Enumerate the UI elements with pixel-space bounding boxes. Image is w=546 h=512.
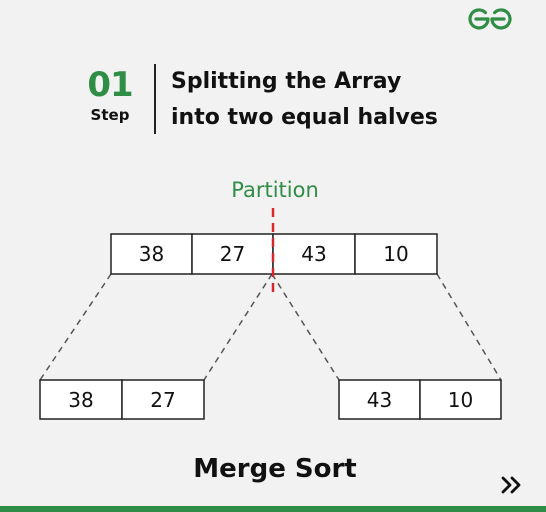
left-half-array: 38 27 bbox=[39, 379, 205, 420]
connector-right-outer bbox=[436, 273, 502, 381]
array-cell-value: 43 bbox=[367, 388, 392, 412]
array-cell-value: 38 bbox=[68, 388, 93, 412]
array-cell-value: 27 bbox=[150, 388, 175, 412]
diagram-caption: Merge Sort bbox=[193, 454, 357, 484]
bottom-accent-bar bbox=[0, 506, 546, 512]
connector-left-inner bbox=[203, 273, 273, 381]
right-half-array: 43 10 bbox=[338, 379, 502, 420]
array-cell-value: 10 bbox=[383, 242, 408, 266]
connector-left-outer bbox=[39, 273, 112, 381]
merge-sort-diagram: 38 27 43 10 38 27 43 10 bbox=[39, 208, 502, 420]
connector-right-inner bbox=[271, 273, 340, 381]
array-cell-value: 27 bbox=[220, 242, 245, 266]
array-cell-value: 38 bbox=[139, 242, 164, 266]
double-chevron-right-icon[interactable] bbox=[499, 474, 525, 496]
array-cell-value: 10 bbox=[448, 388, 473, 412]
array-cell-value: 43 bbox=[301, 242, 326, 266]
